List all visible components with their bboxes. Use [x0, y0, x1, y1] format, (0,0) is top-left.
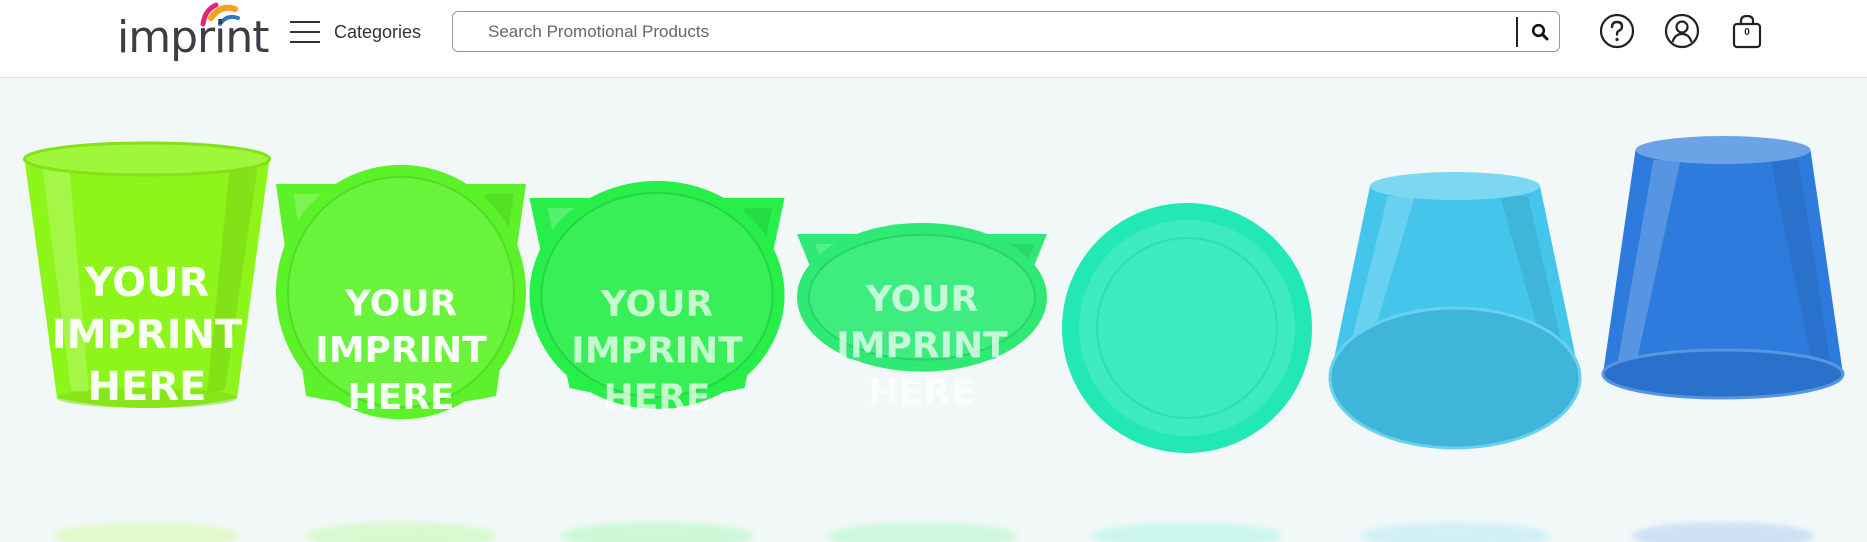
- hamburger-icon: [290, 19, 320, 45]
- cup-imprint-text: HERE: [347, 377, 454, 418]
- cart-count: 0: [1744, 27, 1750, 38]
- cup-imprint-text: YOUR: [84, 260, 210, 306]
- user-icon: [1664, 13, 1700, 49]
- categories-menu-button[interactable]: Categories: [290, 14, 421, 50]
- search-bar: [452, 11, 1560, 52]
- site-header: imprint Categories Search Promotional Pr…: [0, 0, 1867, 78]
- cup-imprint-text: HERE: [88, 364, 207, 410]
- hero-banner[interactable]: YOUR IMPRINT HERE YOUR IMPRINT HERE YOUR IMPRIN…: [0, 78, 1867, 542]
- cup-3: YOUR IMPRINT HERE: [529, 180, 785, 542]
- cup-imprint-text: YOUR: [865, 279, 978, 320]
- search-icon: [1531, 23, 1549, 40]
- search-divider: [1516, 17, 1518, 47]
- logo-text: imprint: [117, 12, 269, 63]
- cup-imprint-text: YOUR: [344, 283, 457, 324]
- cup-imprint-text: HERE: [603, 377, 710, 418]
- cup-imprint-text: YOUR: [600, 284, 713, 325]
- account-button[interactable]: [1663, 12, 1701, 50]
- search-button[interactable]: [1521, 12, 1559, 51]
- help-icon: [1599, 13, 1635, 49]
- hero-cups-image: YOUR IMPRINT HERE YOUR IMPRINT HERE YOUR IMPRIN…: [23, 136, 1845, 542]
- imprint-logo[interactable]: imprint: [117, 0, 269, 70]
- cup-2: YOUR IMPRINT HERE: [276, 164, 526, 542]
- cup-4: YOUR IMPRINT HERE: [797, 222, 1047, 542]
- cup-imprint-text: IMPRINT: [836, 326, 1008, 367]
- search-input[interactable]: [455, 14, 1515, 49]
- help-button[interactable]: [1598, 12, 1636, 50]
- cart-button[interactable]: 0: [1727, 12, 1767, 50]
- cup-imprint-text: IMPRINT: [571, 331, 743, 372]
- categories-label: Categories: [334, 21, 422, 42]
- cup-7: [1601, 136, 1845, 542]
- cup-imprint-text: IMPRINT: [52, 312, 243, 358]
- cup-imprint-text: IMPRINT: [315, 330, 487, 371]
- cup-6: [1328, 172, 1582, 542]
- cup-5: [1062, 203, 1312, 542]
- cup-1: YOUR IMPRINT HERE: [23, 141, 271, 542]
- cup-imprint-text: HERE: [868, 372, 975, 413]
